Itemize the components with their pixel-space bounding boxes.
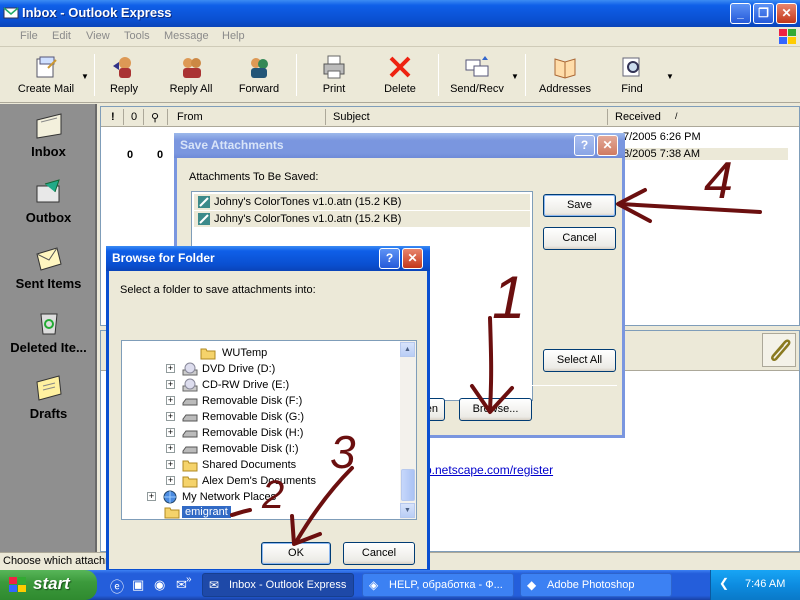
arrow-1 (488, 316, 494, 412)
taskbar: start ⓔ ▣ ◉ ✉ » ✉ Inbox - Outlook Expres… (0, 570, 800, 600)
windows-flag-icon (9, 577, 26, 592)
arrow-2 (230, 508, 252, 517)
annotation-2: 2 (261, 473, 284, 517)
task-help-browser[interactable]: ◈ HELP, обработка - Ф... (362, 573, 514, 597)
annotation-1: 1 (492, 264, 525, 331)
annotation-overlay: 4 1 2 3 (230, 152, 762, 546)
annotation-3: 3 (330, 426, 356, 478)
start-label: start (33, 574, 70, 593)
outlook-task-icon: ✉ (209, 578, 220, 592)
arrow-3 (294, 466, 354, 544)
tray-expand-icon[interactable]: ❮ (719, 576, 729, 590)
task-outlook-express[interactable]: ✉ Inbox - Outlook Express (202, 573, 354, 597)
arrow-4 (618, 202, 762, 214)
media-quicklaunch-icon[interactable]: ◉ (154, 577, 165, 593)
browser-task-icon: ◈ (369, 578, 379, 592)
system-tray: ❮ 7:46 AM (710, 570, 800, 600)
task-adobe-photoshop[interactable]: ◆ Adobe Photoshop (520, 573, 672, 597)
ie-quicklaunch-icon[interactable]: ⓔ (110, 577, 124, 597)
clock: 7:46 AM (745, 578, 786, 590)
annotation-4: 4 (704, 152, 733, 210)
quicklaunch-expand-icon[interactable]: » (186, 574, 192, 585)
desktop-quicklaunch-icon[interactable]: ▣ (132, 577, 144, 593)
start-button[interactable]: start (0, 570, 97, 600)
photoshop-task-icon: ◆ (527, 578, 537, 592)
